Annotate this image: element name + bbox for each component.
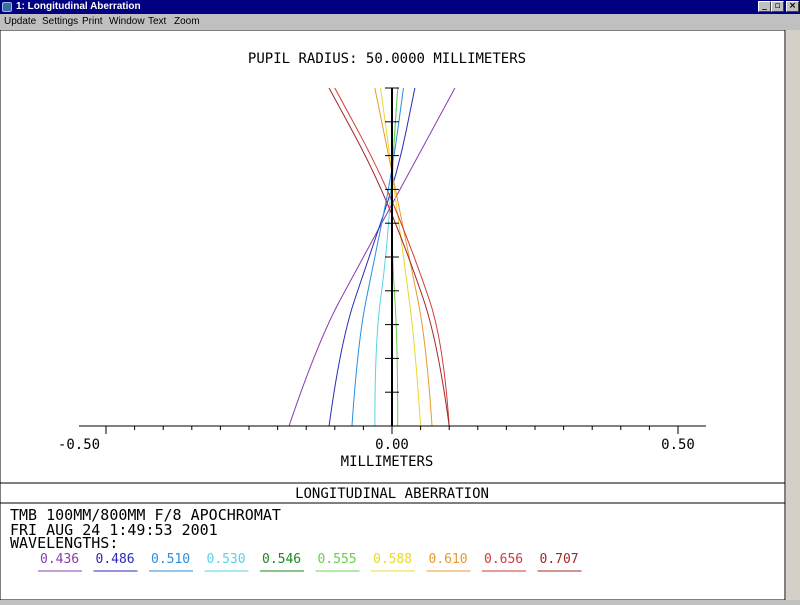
wavelength-label: 0.707	[540, 552, 579, 567]
app-icon[interactable]	[2, 2, 12, 12]
pupil-radius-label: PUPIL RADIUS: 50.0000 MILLIMETERS	[248, 51, 526, 67]
title-bar: 1: Longitudinal Aberration _ ▫ ×	[0, 0, 800, 14]
aberration-chart: PUPIL RADIUS: 50.0000 MILLIMETERS -0.50 …	[0, 29, 786, 601]
menu-bar: Update Settings Print Window Text Zoom	[0, 14, 800, 30]
wavelength-label: 0.610	[429, 552, 468, 567]
x-tick-label-zero: 0.00	[375, 437, 409, 453]
x-axis-label: MILLIMETERS	[341, 454, 434, 470]
wavelength-label: 0.436	[40, 552, 79, 567]
wavelength-label: 0.486	[96, 552, 135, 567]
wavelength-label: 0.546	[262, 552, 301, 567]
menu-settings[interactable]: Settings	[42, 14, 78, 30]
wavelength-label: 0.588	[373, 552, 412, 567]
info-heading: LONGITUDINAL ABERRATION	[295, 486, 489, 502]
menu-print[interactable]: Print	[82, 14, 103, 30]
x-tick-label-pos: 0.50	[661, 437, 695, 453]
menu-text[interactable]: Text	[148, 14, 166, 30]
plot-window: PUPIL RADIUS: 50.0000 MILLIMETERS -0.50 …	[0, 29, 786, 601]
menu-update[interactable]: Update	[4, 14, 36, 30]
wavelength-label: 0.555	[318, 552, 357, 567]
minimize-icon[interactable]: _	[758, 1, 771, 12]
menu-zoom[interactable]: Zoom	[174, 14, 200, 30]
restore-icon[interactable]: ▫	[771, 1, 784, 12]
menu-window[interactable]: Window	[109, 14, 145, 30]
vertical-scrollbar[interactable]	[785, 30, 800, 600]
x-tick-label-neg: -0.50	[58, 437, 100, 453]
close-icon[interactable]: ×	[786, 1, 799, 12]
window-title: 1: Longitudinal Aberration	[16, 1, 141, 12]
wavelength-label: 0.656	[484, 552, 523, 567]
wavelength-label: 0.510	[151, 552, 190, 567]
wavelength-label: 0.530	[207, 552, 246, 567]
wavelengths-label: WAVELENGTHS:	[10, 534, 118, 552]
